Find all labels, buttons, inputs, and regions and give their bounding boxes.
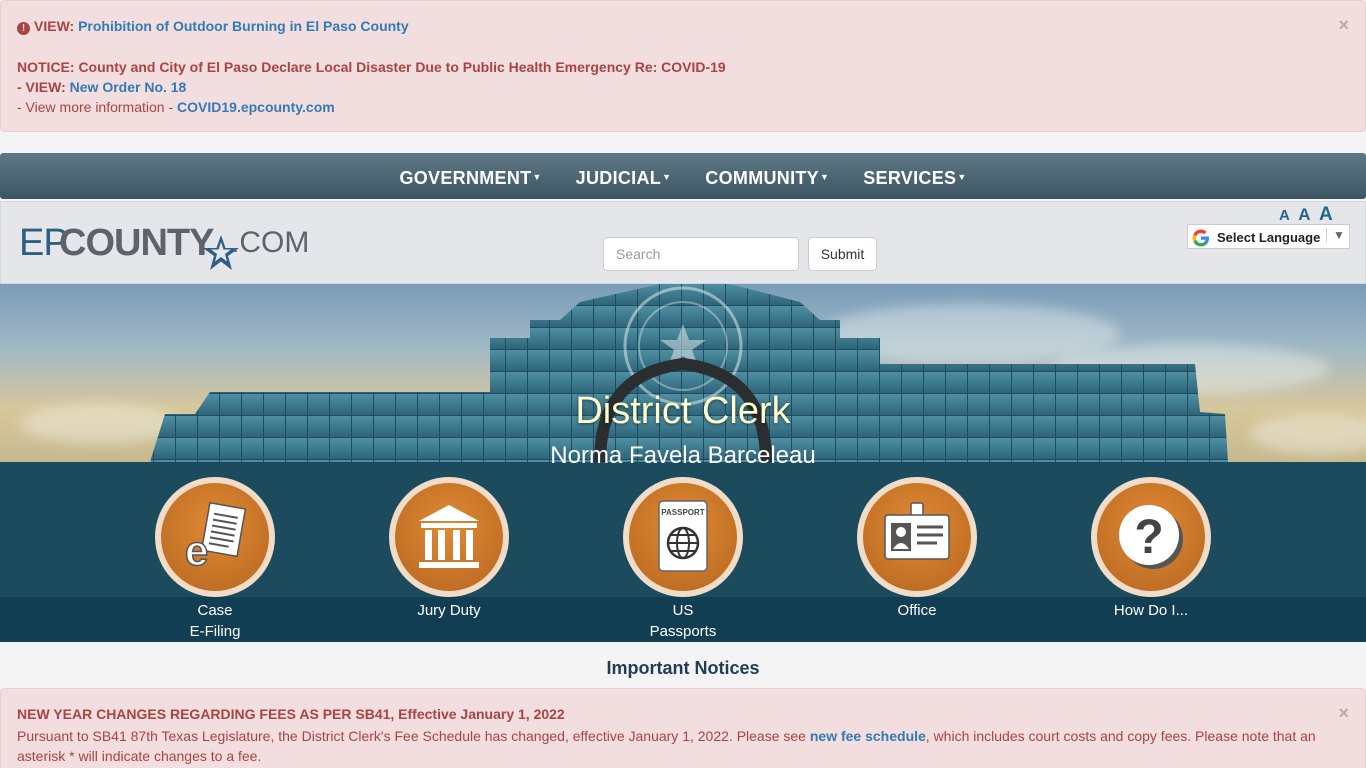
submit-button[interactable]: Submit — [808, 237, 877, 271]
main-navbar: GOVERNMENT▼ JUDICIAL▼ COMMUNITY▼ SERVICE… — [0, 153, 1366, 199]
font-large-button[interactable]: A — [1319, 204, 1333, 225]
caret-down-icon: ▼ — [820, 172, 830, 182]
clerk-name: Norma Favela Barceleau — [550, 442, 816, 469]
caret-down-icon: ▼ — [957, 172, 967, 182]
chevron-down-icon: ▼ — [1326, 228, 1345, 242]
notice-body: Pursuant to SB41 87th Texas Legislature,… — [17, 728, 1316, 764]
font-medium-button[interactable]: A — [1298, 205, 1310, 224]
id-badge-icon — [884, 502, 950, 560]
notice-title: NEW YEAR CHANGES REGARDING FEES AS PER S… — [17, 706, 565, 722]
caret-down-icon: ▼ — [662, 172, 672, 182]
passport-icon: PASSPORT — [658, 500, 708, 572]
alert-line-more: - View more information - COVID19.epcoun… — [17, 99, 335, 115]
alert-line-order: - VIEW: New Order No. 18 — [17, 79, 187, 95]
search-input[interactable] — [603, 237, 799, 271]
fee-schedule-link[interactable]: new fee schedule — [810, 728, 926, 744]
outdoor-burning-link[interactable]: Prohibition of Outdoor Burning in El Pas… — [78, 18, 409, 34]
tile-office[interactable]: Office — [857, 477, 977, 619]
efiling-icon: e — [184, 501, 247, 575]
tile-us-passports[interactable]: PASSPORT US Passports — [623, 477, 743, 640]
google-icon — [1192, 229, 1209, 247]
close-notice-button[interactable]: × — [1338, 703, 1349, 724]
font-size-controls: A A A — [1279, 204, 1337, 226]
courthouse-icon — [419, 505, 479, 568]
site-header: EP COUNTY .COM Submit A A A Select Langu… — [0, 201, 1366, 284]
svg-text:PASSPORT: PASSPORT — [661, 508, 705, 517]
alert-line-view: ! VIEW: Prohibition of Outdoor Burning in… — [17, 18, 409, 35]
nav-judicial[interactable]: JUDICIAL▼ — [576, 153, 672, 199]
svg-text:e: e — [185, 527, 208, 574]
hero-banner: District Clerk — [0, 284, 1366, 462]
new-order-link[interactable]: New Order No. 18 — [70, 79, 187, 95]
nav-government[interactable]: GOVERNMENT▼ — [399, 153, 541, 199]
svg-text:?: ? — [1134, 511, 1163, 564]
important-notices-heading: Important Notices — [606, 658, 760, 678]
nav-services[interactable]: SERVICES▼ — [863, 153, 966, 199]
exclamation-icon: ! — [17, 22, 30, 35]
close-alert-button[interactable]: × — [1338, 15, 1349, 36]
covid19-link[interactable]: COVID19.epcounty.com — [177, 99, 335, 115]
font-small-button[interactable]: A — [1279, 207, 1290, 224]
top-alert: ! VIEW: Prohibition of Outdoor Burning in… — [0, 0, 1366, 132]
question-icon: ? — [1119, 505, 1183, 569]
nav-community[interactable]: COMMUNITY▼ — [705, 153, 829, 199]
tile-how-do-i[interactable]: ? How Do I... — [1091, 477, 1211, 619]
page-title: District Clerk — [575, 390, 791, 432]
building-image — [150, 284, 1228, 462]
caret-down-icon: ▼ — [532, 172, 542, 182]
language-select[interactable]: Select Language ▼ — [1187, 224, 1350, 249]
alert-notice: NOTICE: County and City of El Paso Decla… — [17, 59, 726, 75]
fee-notice-alert: NEW YEAR CHANGES REGARDING FEES AS PER S… — [0, 688, 1366, 768]
tile-jury-duty[interactable]: Jury Duty — [389, 477, 509, 619]
tile-case-efiling[interactable]: e Case E-Filing — [155, 477, 275, 640]
